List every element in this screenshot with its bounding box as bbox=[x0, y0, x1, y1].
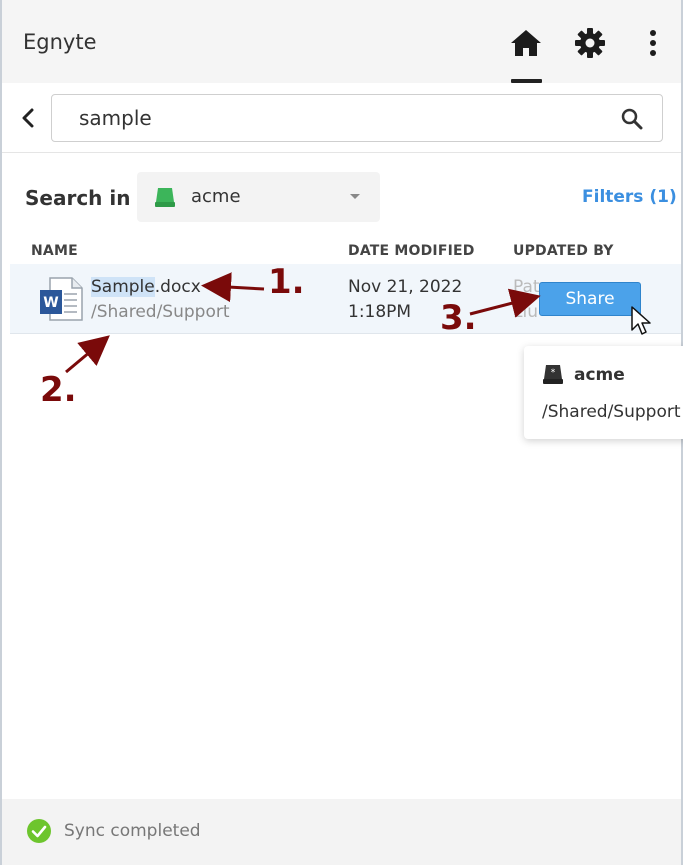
file-path[interactable]: /Shared/Support bbox=[91, 302, 230, 322]
annotation-label-3: 3. bbox=[440, 298, 477, 338]
annotation-arrow-2 bbox=[65, 335, 110, 374]
gear-icon[interactable] bbox=[573, 26, 607, 60]
check-circle-icon bbox=[26, 818, 52, 848]
search-in-label: Search in bbox=[25, 186, 131, 210]
location-label: acme bbox=[191, 186, 241, 207]
table-row[interactable]: W Sample.docx /Shared/Support Nov 21, 20… bbox=[10, 264, 681, 334]
column-header-updated-by[interactable]: UPDATED BY bbox=[513, 243, 614, 259]
file-name-match: Sample bbox=[91, 277, 155, 297]
annotation-label-2: 2. bbox=[40, 370, 77, 410]
column-header-name[interactable]: NAME bbox=[31, 243, 78, 259]
caret-down-icon bbox=[350, 194, 360, 199]
search-row bbox=[2, 83, 681, 153]
share-button[interactable]: Share bbox=[539, 282, 641, 316]
sync-status-text: Sync completed bbox=[64, 821, 201, 841]
tooltip-path: /Shared/Support bbox=[542, 402, 681, 422]
file-name-extension: .docx bbox=[154, 277, 201, 297]
drive-icon: * bbox=[542, 364, 564, 390]
word-document-icon: W bbox=[40, 276, 84, 322]
file-name[interactable]: Sample.docx bbox=[91, 277, 201, 297]
mouse-cursor-icon bbox=[630, 305, 652, 337]
location-dropdown[interactable]: acme bbox=[137, 172, 380, 222]
svg-text:*: * bbox=[551, 368, 556, 378]
time-modified: 1:18PM bbox=[348, 302, 412, 322]
home-icon[interactable] bbox=[509, 26, 543, 60]
search-input[interactable] bbox=[79, 105, 599, 131]
drive-icon bbox=[154, 186, 176, 212]
more-vertical-icon[interactable] bbox=[636, 26, 670, 60]
location-tooltip: * acme /Shared/Support bbox=[524, 346, 683, 439]
column-header-date-modified[interactable]: DATE MODIFIED bbox=[348, 243, 475, 259]
svg-text:W: W bbox=[43, 295, 58, 311]
search-icon[interactable] bbox=[620, 107, 644, 131]
chevron-left-icon[interactable] bbox=[18, 107, 40, 129]
date-modified: Nov 21, 2022 bbox=[348, 277, 463, 297]
search-box[interactable] bbox=[51, 94, 663, 142]
tooltip-title: acme bbox=[574, 365, 625, 385]
filters-link[interactable]: Filters (1) bbox=[582, 187, 677, 207]
app-window: Egnyte sample Search in acme Filters (1)… bbox=[0, 0, 683, 865]
header: Egnyte bbox=[2, 0, 681, 83]
status-bar: Sync completed bbox=[2, 799, 681, 865]
annotation-label-1: 1. bbox=[268, 262, 305, 302]
app-title: Egnyte bbox=[23, 30, 97, 54]
